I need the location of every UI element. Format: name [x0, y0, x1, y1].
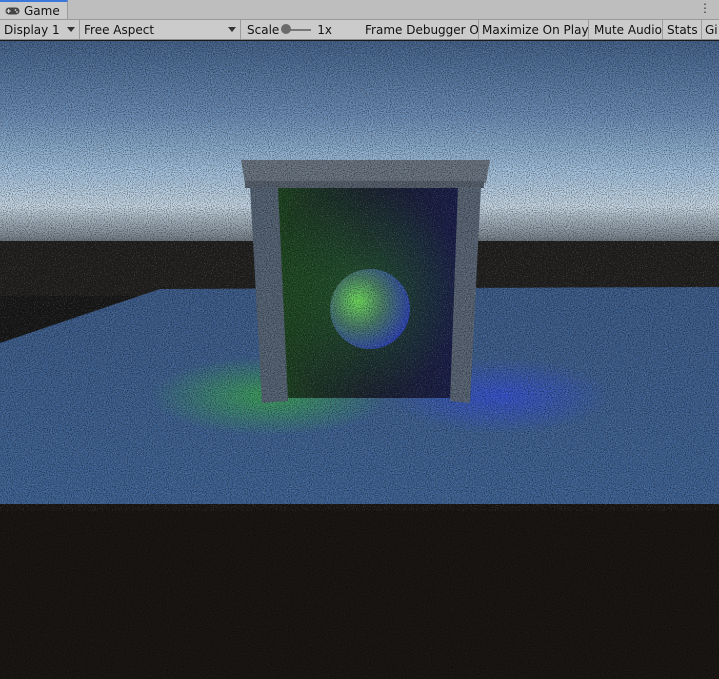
tab-game[interactable]: Game [0, 0, 68, 19]
frame-debugger-toggle[interactable]: Frame Debugger On [361, 20, 479, 39]
display-dropdown-label: Display 1 [4, 22, 60, 37]
display-dropdown[interactable]: Display 1 [0, 20, 80, 39]
mute-audio-label: Mute Audio [594, 22, 662, 37]
game-viewport[interactable] [0, 41, 719, 679]
kebab-menu-icon[interactable]: ⋮ [699, 2, 711, 14]
gizmos-toggle[interactable]: Gi [702, 20, 719, 39]
scale-value: 1x [317, 22, 333, 37]
chevron-down-icon [228, 27, 236, 32]
maximize-on-play-label: Maximize On Play [482, 22, 589, 37]
tab-bar: Game ⋮ [0, 0, 719, 20]
scale-label: Scale [247, 22, 280, 37]
scale-slider-knob[interactable] [281, 23, 292, 34]
stats-toggle[interactable]: Stats [663, 20, 702, 39]
maximize-on-play-toggle[interactable]: Maximize On Play [479, 20, 589, 39]
chevron-down-icon [67, 27, 75, 32]
mute-audio-toggle[interactable]: Mute Audio [589, 20, 663, 39]
aspect-dropdown-label: Free Aspect [84, 22, 155, 37]
tab-title: Game [24, 3, 60, 18]
render-noise-light [0, 41, 719, 511]
game-toolbar: Display 1 Free Aspect Scale 1x Frame Deb… [0, 20, 719, 40]
scale-slider[interactable] [281, 23, 312, 34]
gizmos-label: Gi [705, 22, 718, 37]
scale-control: Scale 1x [241, 20, 361, 39]
rendered-scene [0, 41, 719, 679]
stats-label: Stats [667, 22, 698, 37]
game-window: Game ⋮ Display 1 Free Aspect Scale 1x Fr… [0, 0, 719, 679]
frame-debugger-label: Frame Debugger On [365, 22, 479, 37]
aspect-dropdown[interactable]: Free Aspect [80, 20, 241, 39]
gamepad-icon [5, 7, 20, 14]
